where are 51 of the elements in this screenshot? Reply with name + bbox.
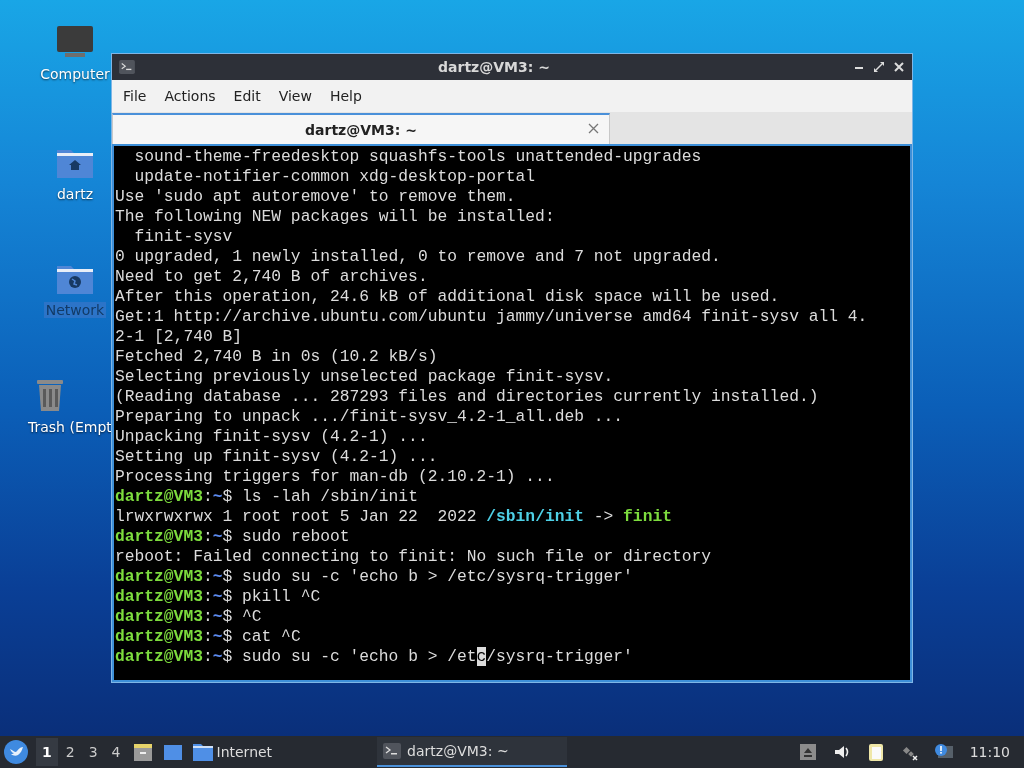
workspace-button[interactable]: 3	[82, 738, 104, 766]
folder-icon[interactable]	[191, 742, 214, 762]
eject-icon[interactable]	[797, 742, 818, 762]
terminal-line: update-notifier-common xdg-desktop-portal	[133, 167, 537, 187]
menu-item[interactable]: View	[269, 84, 321, 108]
terminal-line: Use 'sudo apt autoremove' to remove them.	[115, 187, 517, 207]
terminal-line: 2-1 [2,740 B]	[115, 327, 243, 347]
terminal-line: finit-sysv	[133, 227, 234, 247]
menu-item[interactable]: Edit	[224, 84, 270, 108]
terminal-line: reboot: Failed connecting to finit: No such file or directory	[115, 547, 712, 567]
terminal-line: Preparing to unpack .../finit-sysv_4.2-1_all.deb ...	[115, 407, 625, 427]
terminal-line: dartz@VM3:~$ ^C	[115, 607, 263, 627]
desktop-icon-label[interactable]: Trash (Empt	[28, 419, 114, 435]
terminal-line: dartz@VM3:~$ sudo su -c 'echo b > /etc/sysrq-trigger'	[115, 647, 634, 667]
taskbar-window-button[interactable]: dartz@VM3: ~	[377, 737, 568, 767]
maximize-icon[interactable]	[872, 60, 886, 74]
desktop-icon-label[interactable]: dartz	[54, 186, 96, 202]
close-icon[interactable]	[892, 60, 906, 74]
start-menu-icon[interactable]	[4, 740, 28, 764]
terminal-line: Processing triggers for man-db (2.10.2-1) ...	[115, 467, 556, 487]
launcher-button[interactable]: Internet	[188, 738, 276, 766]
workspace-button[interactable]: 1	[36, 738, 58, 766]
terminal-line: dartz@VM3:~$ sudo su -c 'echo b > /etc/sysrq-trigger'	[115, 567, 634, 587]
workspace-button[interactable]: 2	[59, 738, 81, 766]
terminal-line: The following NEW packages will be installed:	[115, 207, 556, 227]
menu-item[interactable]: File	[114, 84, 156, 108]
terminal-line: Setting up finit-sysv (4.2-1) ...	[115, 447, 439, 467]
desktop-icon[interactable]	[161, 742, 184, 762]
terminal-line: dartz@VM3:~$ ls -lah /sbin/init	[115, 487, 419, 507]
terminal-line: Get:1 http://archive.ubuntu.com/ubuntu jammy/universe amd64 finit-sysv all 4.	[115, 307, 869, 327]
window-title: dartz@VM3: ~	[437, 59, 551, 75]
terminal-line: sound-theme-freedesktop squashfs-tools unattended-upgrades	[133, 147, 703, 167]
terminal-line: 0 upgraded, 1 newly installed, 0 to remove and 7 not upgraded.	[115, 247, 722, 267]
workspace-button[interactable]: 4	[105, 738, 127, 766]
terminal-icon[interactable]	[118, 60, 136, 74]
terminal-line: Selecting previously unselected package finit-sysv.	[115, 367, 615, 387]
file-cabinet-icon[interactable]	[131, 742, 154, 762]
terminal-line: Need to get 2,740 B of archives.	[115, 267, 429, 287]
terminal-line: Unpacking finit-sysv (4.2-1) ...	[115, 427, 429, 447]
terminal-line: dartz@VM3:~$ sudo reboot	[115, 527, 351, 547]
tab[interactable]: dartz@VM3: ~	[112, 113, 610, 144]
terminal-line: dartz@VM3:~$ pkill ^C	[115, 587, 322, 607]
terminal-line: (Reading database ... 287293 files and directories currently installed.)	[115, 387, 820, 407]
terminal-line: After this operation, 24.6 kB of additional disk space will be used.	[115, 287, 781, 307]
terminal-line: lrwxrwxrwx 1 root root 5 Jan 22 2022 /sbin/init -> finit	[115, 507, 673, 527]
menu-item[interactable]: Actions	[155, 84, 225, 108]
terminal-line: Fetched 2,740 B in 0s (10.2 kB/s)	[115, 347, 439, 367]
clock[interactable]: 11:10	[969, 744, 1010, 760]
terminal-line: dartz@VM3:~$ cat ^C	[115, 627, 302, 647]
menu-item[interactable]: Help	[320, 84, 371, 108]
terminal-icon[interactable]	[383, 743, 402, 759]
